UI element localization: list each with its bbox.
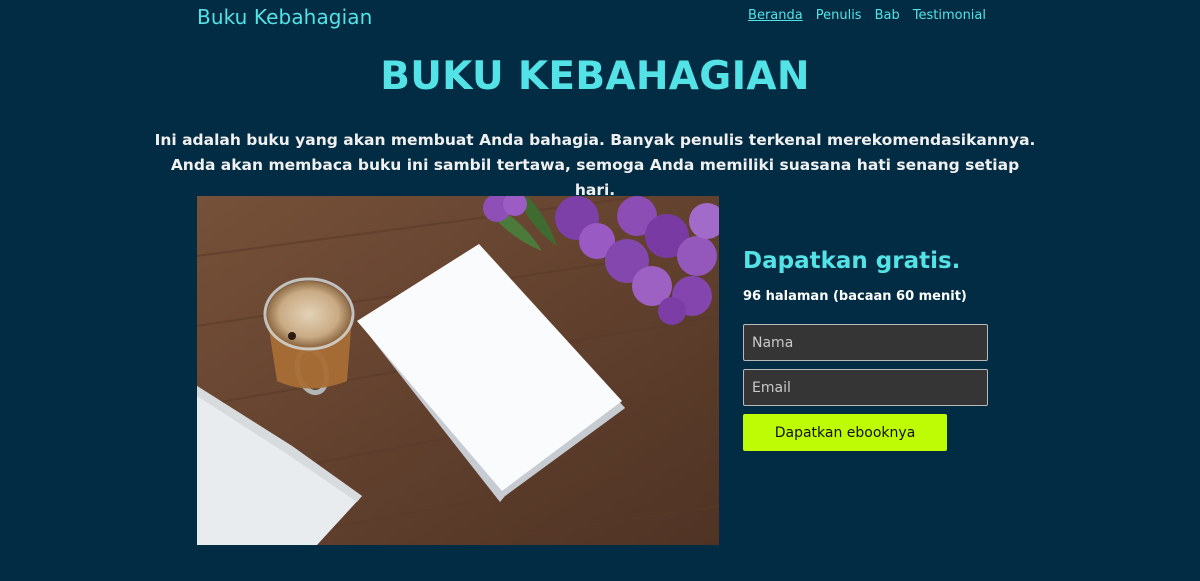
book-photo [197,196,719,545]
signup-heading: Dapatkan gratis. [743,248,961,274]
book-photo-illustration [197,196,719,545]
email-field[interactable] [743,369,988,406]
nav-link-bab[interactable]: Bab [875,8,900,23]
top-navbar: Buku Kebahagian Beranda Penulis Bab Test… [0,0,1200,34]
nav-link-penulis[interactable]: Penulis [816,8,862,23]
get-ebook-button[interactable]: Dapatkan ebooknya [743,414,947,451]
brand-logo-text[interactable]: Buku Kebahagian [197,5,372,29]
hero-description: Ini adalah buku yang akan membuat Anda b… [154,131,1036,199]
name-field[interactable] [743,324,988,361]
book-length-info: 96 halaman (bacaan 60 menit) [743,289,967,304]
nav-links: Beranda Penulis Bab Testimonial [748,8,986,23]
nav-link-testimonial[interactable]: Testimonial [913,8,986,23]
nav-link-beranda[interactable]: Beranda [748,8,803,23]
page-title: BUKU KEBAHAGIAN [380,54,810,99]
signup-panel: Dapatkan gratis. 96 halaman (bacaan 60 m… [743,248,988,451]
